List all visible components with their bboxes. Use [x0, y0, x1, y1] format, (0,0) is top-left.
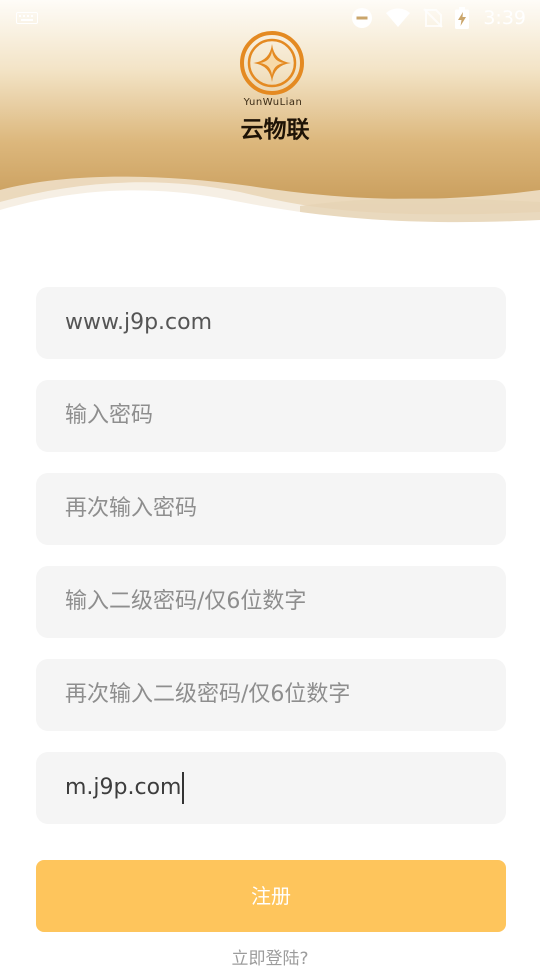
second-password-confirm-field[interactable]: 再次输入二级密码/仅6位数字 — [36, 659, 506, 731]
register-button[interactable]: 注册 — [36, 860, 506, 932]
clock: 3:39 — [483, 7, 526, 29]
invite-field[interactable]: m.j9p.com — [36, 752, 506, 824]
second-password-field[interactable]: 输入二级密码/仅6位数字 — [36, 566, 506, 638]
second-password-placeholder: 输入二级密码/仅6位数字 — [65, 589, 307, 614]
logo-text-en: YunWuLian — [243, 97, 303, 108]
header-banner: 3:39 YunWuLian 云物联 — [0, 0, 540, 230]
logo-emblem-icon — [240, 31, 304, 95]
battery-charging-icon — [455, 7, 470, 29]
login-link[interactable]: 立即登陆? — [0, 944, 540, 969]
password-field[interactable]: 输入密码 — [36, 380, 506, 452]
wifi-icon — [386, 8, 411, 27]
password-confirm-field[interactable]: 再次输入密码 — [36, 473, 506, 545]
register-form: www.j9p.com 输入密码 再次输入密码 输入二级密码/仅6位数字 再次输… — [36, 287, 506, 845]
invite-value: m.j9p.com — [65, 775, 182, 800]
text-caret — [182, 772, 185, 804]
wave-decoration — [0, 176, 540, 230]
no-sim-icon — [423, 8, 444, 28]
dnd-icon — [352, 8, 373, 28]
password-placeholder: 输入密码 — [65, 403, 154, 428]
keyboard-icon — [16, 12, 38, 24]
password-confirm-placeholder: 再次输入密码 — [65, 496, 198, 521]
invite-value-wrap: m.j9p.com — [65, 752, 185, 824]
username-field[interactable]: www.j9p.com — [36, 287, 506, 359]
second-password-confirm-placeholder: 再次输入二级密码/仅6位数字 — [65, 682, 351, 707]
logo-text-cn: 云物联 — [240, 116, 310, 143]
username-value: www.j9p.com — [65, 310, 213, 335]
